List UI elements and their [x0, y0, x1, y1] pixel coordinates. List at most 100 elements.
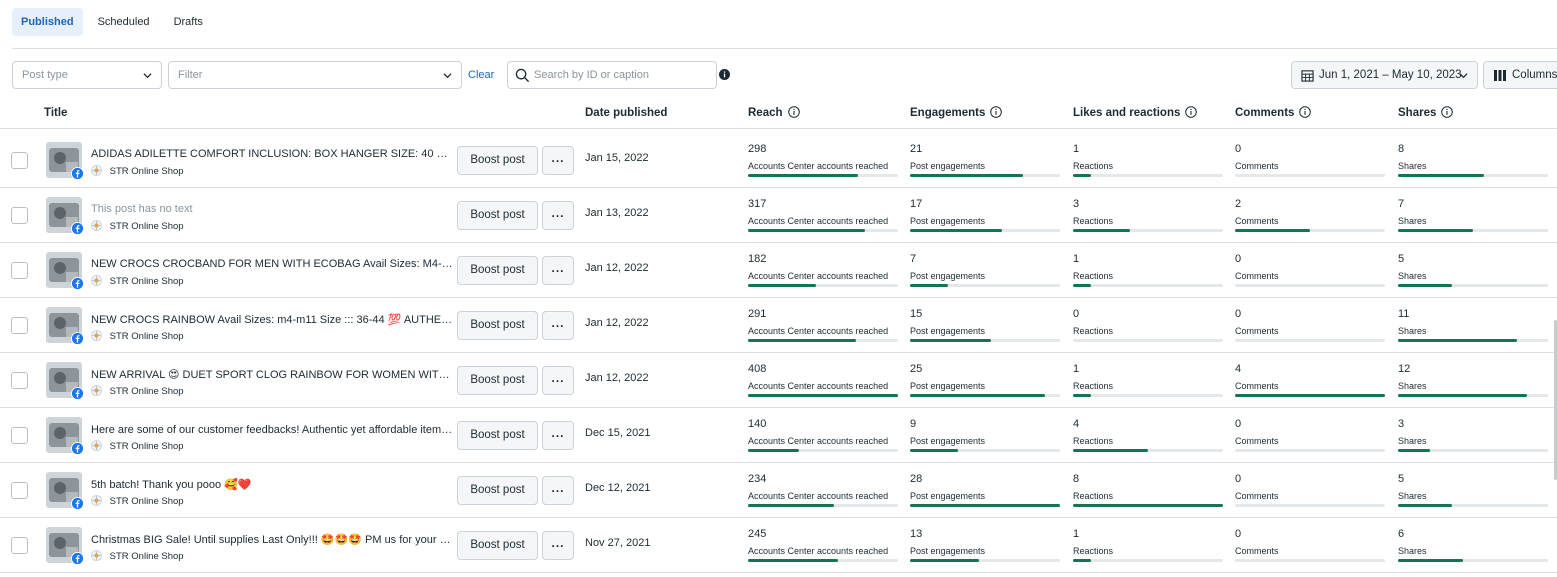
reactions-metric: 0 Reactions	[1073, 308, 1223, 346]
info-icon[interactable]	[787, 106, 800, 118]
shares-value: 3	[1398, 418, 1405, 430]
shares-bar-track	[1398, 449, 1548, 452]
comments-label: Comments	[1235, 436, 1279, 446]
column-shares[interactable]: Shares	[1398, 98, 1454, 128]
info-icon[interactable]	[719, 69, 730, 80]
engagements-value: 28	[910, 473, 923, 485]
comments-value: 0	[1235, 143, 1242, 155]
info-icon[interactable]	[1299, 106, 1312, 118]
reactions-label: Reactions	[1073, 326, 1114, 336]
comments-bar-track	[1235, 229, 1385, 232]
comments-bar-fill	[1235, 394, 1385, 397]
tab-published[interactable]: Published	[12, 8, 83, 36]
reach-metric: 140 Accounts Center accounts reached	[748, 418, 898, 456]
chevron-down-icon	[143, 73, 152, 79]
date-range-button[interactable]: Jun 1, 2021 – May 10, 2023	[1291, 61, 1478, 89]
columns-icon	[1494, 70, 1506, 81]
engagements-bar-track	[910, 449, 1060, 452]
more-options-button[interactable]: ...	[542, 146, 574, 175]
more-options-button[interactable]: ...	[542, 366, 574, 395]
reactions-bar-fill	[1073, 394, 1091, 397]
engagements-bar-track	[910, 504, 1060, 507]
comments-bar-track	[1235, 339, 1385, 342]
info-icon[interactable]	[1185, 106, 1198, 118]
boost-post-button[interactable]: Boost post	[457, 201, 538, 230]
reactions-bar-track	[1073, 229, 1223, 232]
row-checkbox[interactable]	[11, 537, 28, 554]
post-caption[interactable]: This post has no text	[91, 203, 453, 215]
shares-label: Shares	[1398, 161, 1427, 171]
tab-scheduled[interactable]: Scheduled	[89, 8, 159, 36]
engagements-bar-fill	[910, 504, 1060, 507]
reach-value: 245	[748, 528, 767, 540]
row-checkbox[interactable]	[11, 482, 28, 499]
comments-metric: 2 Comments	[1235, 198, 1385, 236]
post-caption[interactable]: NEW CROCS RAINBOW Avail Sizes: m4-m11 Si…	[91, 313, 453, 326]
reactions-metric: 4 Reactions	[1073, 418, 1223, 456]
row-checkbox[interactable]	[11, 262, 28, 279]
post-caption[interactable]: Christmas BIG Sale! Until supplies Last …	[91, 533, 453, 546]
columns-button[interactable]: Columns	[1483, 61, 1557, 89]
row-checkbox[interactable]	[11, 372, 28, 389]
boost-post-button[interactable]: Boost post	[457, 311, 538, 340]
boost-post-button[interactable]: Boost post	[457, 146, 538, 175]
more-options-button[interactable]: ...	[542, 256, 574, 285]
columns-label: Columns	[1512, 69, 1557, 81]
row-checkbox[interactable]	[11, 152, 28, 169]
post-type-select[interactable]: Post type	[12, 61, 162, 89]
comments-label: Comments	[1235, 216, 1279, 226]
facebook-icon	[71, 442, 84, 455]
post-account: STR Online Shop	[91, 495, 184, 507]
engagements-metric: 17 Post engagements	[910, 198, 1060, 236]
reach-metric: 317 Accounts Center accounts reached	[748, 198, 898, 236]
search-input[interactable]	[534, 64, 714, 86]
shares-metric: 5 Shares	[1398, 473, 1548, 511]
filter-select[interactable]: Filter	[168, 61, 462, 89]
shares-label: Shares	[1398, 436, 1427, 446]
boost-post-button[interactable]: Boost post	[457, 476, 538, 505]
comments-bar-track	[1235, 394, 1385, 397]
row-checkbox[interactable]	[11, 207, 28, 224]
date-published: Dec 15, 2021	[585, 427, 651, 439]
post-caption[interactable]: NEW CROCS CROCBAND FOR MEN WITH ECOBAG A…	[91, 258, 453, 270]
more-options-button[interactable]: ...	[542, 531, 574, 560]
info-icon[interactable]	[990, 106, 1003, 118]
reactions-metric: 1 Reactions	[1073, 143, 1223, 181]
shares-label: Shares	[1398, 381, 1427, 391]
column-date-published[interactable]: Date published	[585, 98, 667, 128]
row-checkbox[interactable]	[11, 317, 28, 334]
row-checkbox[interactable]	[11, 427, 28, 444]
column-comments[interactable]: Comments	[1235, 98, 1312, 128]
column-reach[interactable]: Reach	[748, 98, 800, 128]
post-account: STR Online Shop	[91, 440, 184, 452]
boost-post-button[interactable]: Boost post	[457, 366, 538, 395]
more-options-button[interactable]: ...	[542, 421, 574, 450]
comments-value: 0	[1235, 253, 1242, 265]
reactions-bar-track	[1073, 339, 1223, 342]
more-options-button[interactable]: ...	[542, 476, 574, 505]
info-icon[interactable]	[1441, 106, 1454, 118]
comments-bar-track	[1235, 559, 1385, 562]
boost-post-button[interactable]: Boost post	[457, 531, 538, 560]
shares-bar-fill	[1398, 504, 1452, 507]
post-caption[interactable]: NEW ARRIVAL 😍 DUET SPORT CLOG RAINBOW FO…	[91, 368, 453, 381]
shares-metric: 5 Shares	[1398, 253, 1548, 291]
column-engagements[interactable]: Engagements	[910, 98, 1003, 128]
boost-post-button[interactable]: Boost post	[457, 256, 538, 285]
post-caption[interactable]: Here are some of our customer feedbacks!…	[91, 423, 453, 436]
post-caption[interactable]: ADIDAS ADILETTE COMFORT INCLUSION: BOX H…	[91, 148, 453, 160]
more-options-button[interactable]: ...	[542, 201, 574, 230]
more-options-button[interactable]: ...	[542, 311, 574, 340]
post-caption[interactable]: 5th batch! Thank you pooo 🥰❤️	[91, 478, 453, 491]
clear-filters-link[interactable]: Clear	[468, 61, 494, 89]
table-row: This post has no text STR Online Shop Bo…	[0, 188, 1557, 243]
reach-label: Accounts Center accounts reached	[748, 271, 889, 281]
tab-drafts[interactable]: Drafts	[165, 8, 212, 36]
boost-post-button[interactable]: Boost post	[457, 421, 538, 450]
reactions-value: 1	[1073, 253, 1080, 265]
shares-bar-fill	[1398, 339, 1517, 342]
column-likes-reactions[interactable]: Likes and reactions	[1073, 98, 1198, 128]
reach-bar-track	[748, 174, 898, 177]
page-avatar-icon	[91, 495, 102, 506]
engagements-value: 17	[910, 198, 923, 210]
